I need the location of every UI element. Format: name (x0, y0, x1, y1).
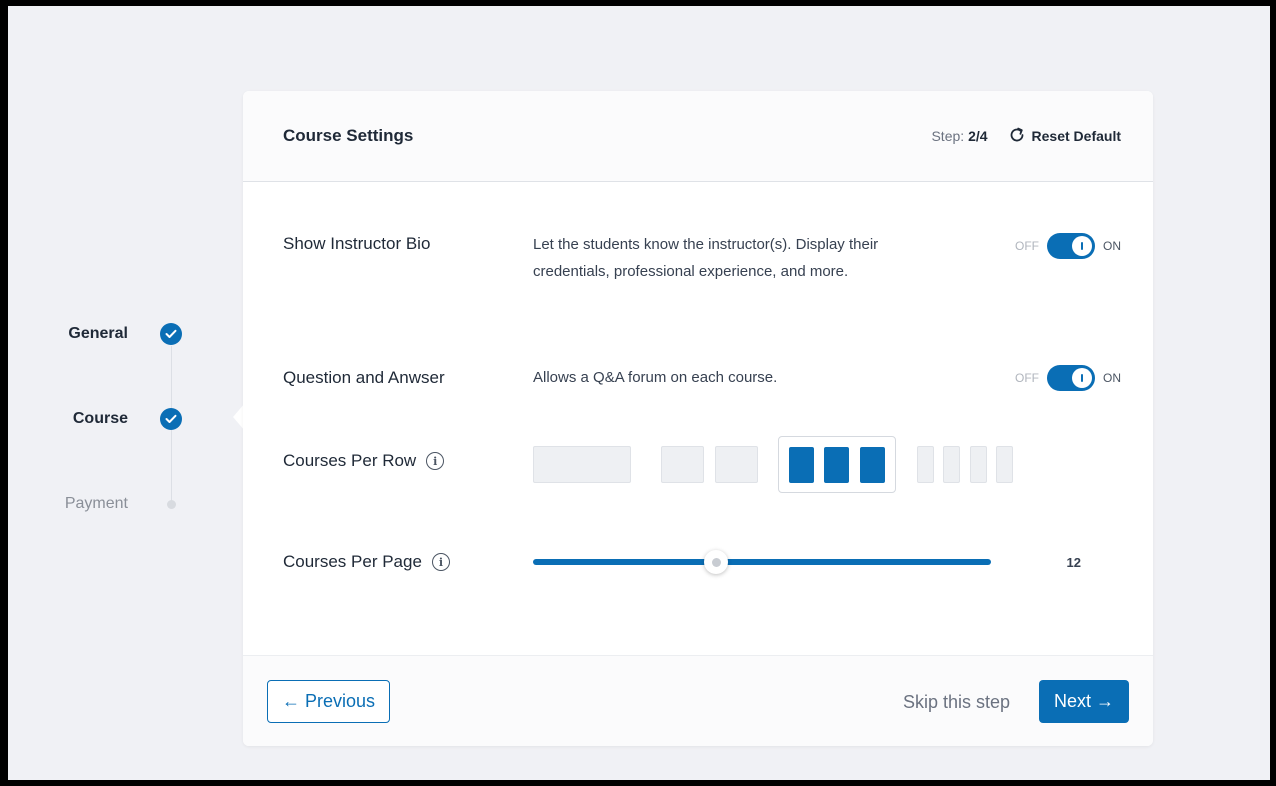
qa-toggle-group: OFF ON (1015, 365, 1121, 391)
checkmark-icon (160, 323, 182, 345)
layout-option-4-columns[interactable] (917, 446, 1014, 483)
layout-tile (970, 446, 987, 483)
info-icon[interactable]: i (426, 452, 445, 470)
courses-per-page-slider[interactable] (533, 550, 991, 574)
step-label: Payment (64, 495, 128, 512)
refresh-icon (1008, 126, 1026, 147)
setup-wizard-page: General Course Payment Course Settings S… (8, 6, 1270, 780)
step-label: General (68, 325, 128, 342)
instructor-bio-toggle-group: OFF ON (1015, 233, 1121, 259)
toggle-on-label: ON (1103, 371, 1121, 385)
page-title: Course Settings (283, 126, 414, 145)
step-navigation: General Course Payment (8, 6, 248, 780)
layout-tile (789, 447, 814, 483)
slider-value: 12 (1066, 555, 1081, 570)
layout-tile (917, 446, 934, 483)
toggle-on-label: ON (1103, 239, 1121, 253)
setting-description: Allows a Q&A forum on each course. (533, 369, 778, 386)
step-general[interactable]: General (8, 322, 248, 346)
skip-step-link[interactable]: Skip this step (903, 692, 1010, 713)
info-icon[interactable]: i (431, 553, 450, 571)
setting-label: Courses Per Row i (283, 451, 445, 471)
layout-tile (860, 447, 885, 483)
step-indicator: Step: 2/4 (931, 128, 988, 144)
layout-option-2-columns[interactable] (661, 446, 758, 483)
step-payment[interactable]: Payment (8, 492, 248, 516)
checkmark-icon (160, 408, 182, 430)
setting-description: Let the students know the instructor(s).… (533, 236, 879, 280)
toggle-knob (1072, 236, 1092, 256)
pending-dot-icon (167, 499, 176, 509)
card-footer: ← Previous Skip this step Next → (243, 655, 1153, 746)
previous-button[interactable]: ← Previous (267, 680, 391, 723)
layout-tile (824, 447, 849, 483)
reset-default-button[interactable]: Reset Default (1008, 126, 1121, 147)
qa-toggle[interactable] (1047, 365, 1095, 391)
layout-tile (943, 446, 960, 483)
reset-default-label: Reset Default (1031, 128, 1121, 144)
layout-option-1-column[interactable] (533, 446, 631, 483)
setting-label: Courses Per Page i (283, 552, 450, 572)
setting-label: Show Instructor Bio (283, 234, 431, 253)
slider-handle[interactable] (704, 550, 729, 574)
setting-label: Question and Anwser (283, 368, 445, 387)
layout-option-3-columns[interactable] (778, 436, 896, 493)
layout-tile (533, 446, 631, 483)
step-course[interactable]: Course (8, 407, 248, 431)
layout-tile (715, 446, 758, 483)
step-label: Course (72, 410, 128, 427)
layout-tile (996, 446, 1013, 483)
toggle-off-label: OFF (1015, 371, 1039, 385)
step-count: 2/4 (968, 128, 988, 144)
toggle-knob (1072, 368, 1092, 388)
next-button[interactable]: Next → (1038, 680, 1129, 723)
card-header: Course Settings Step: 2/4 Reset Default (243, 91, 1153, 182)
settings-card: Course Settings Step: 2/4 Reset Default … (243, 91, 1153, 746)
toggle-off-label: OFF (1015, 239, 1039, 253)
layout-tile (661, 446, 704, 483)
instructor-bio-toggle[interactable] (1047, 233, 1095, 259)
